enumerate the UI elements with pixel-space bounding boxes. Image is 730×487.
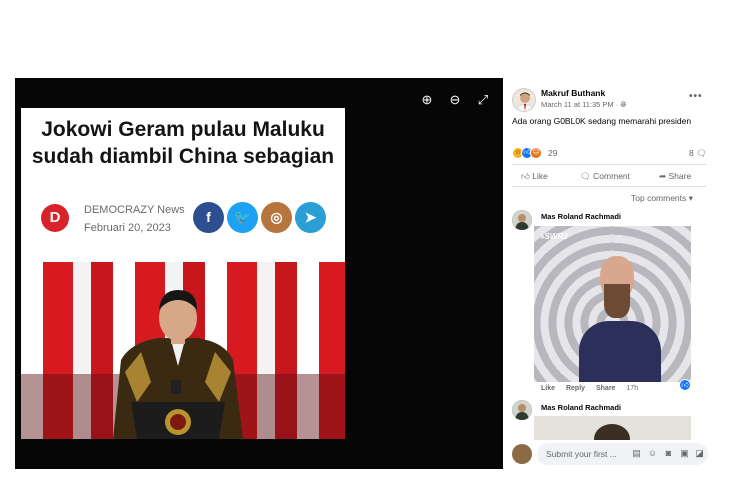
more-options-icon[interactable]: ••• (689, 91, 703, 102)
post-author[interactable]: Makruf Buthank (541, 88, 605, 98)
comment-like-link[interactable]: Like (541, 385, 555, 392)
zoom-out-icon[interactable]: ⊖ (447, 92, 463, 108)
sticker-icon[interactable]: ▤ (631, 448, 642, 459)
comment-gif[interactable]: »SWR3 (534, 226, 691, 382)
article-headline: Jokowi Geram pulau Maluku sudah diambil … (31, 118, 335, 168)
comment-button[interactable]: 🗨︎ Comment (580, 171, 630, 182)
gif-person-body (579, 321, 661, 382)
article-source: DEMOCRAZY News (84, 204, 185, 216)
article-date: Februari 20, 2023 (84, 222, 171, 234)
divider (512, 186, 706, 187)
article-image: Jokowi Geram pulau Maluku sudah diambil … (21, 108, 345, 439)
instagram-icon: ◎ (261, 202, 292, 233)
comment-input[interactable] (537, 443, 619, 465)
speaker-illustration (21, 290, 345, 439)
comment-count[interactable]: 8 🗨︎ (689, 148, 707, 159)
sticker-face-icon[interactable]: ◪ (694, 448, 705, 459)
photo-lightbox: ⊕ ⊖ ⤢ Jokowi Geram pulau Maluku sudah di… (15, 78, 715, 469)
person-icon (512, 400, 532, 420)
share-button[interactable]: ➦ Share (659, 171, 691, 182)
angry-reaction-icon: ☹ (530, 147, 542, 159)
facebook-icon: f (193, 202, 224, 233)
gif-watermark: »SWR3 (540, 232, 568, 241)
comment-icon: 🗨︎ (580, 171, 591, 181)
like-button[interactable]: 👍︎ Like (521, 171, 548, 182)
divider (512, 164, 706, 165)
gif-person-head (594, 424, 630, 440)
person-icon (513, 89, 535, 111)
like-label: Like (532, 171, 548, 181)
emoji-icon[interactable]: ☺ (647, 448, 658, 459)
comment-bubble-icon: 🗨︎ (696, 148, 707, 158)
reaction-icons[interactable]: ☺ 👍︎ ☹ (512, 147, 546, 159)
twitter-icon: 🐦 (227, 202, 258, 233)
post-caption: Ada orang G0BL0K sedang memarahi preside… (512, 116, 692, 126)
comment-share-link[interactable]: Share (596, 385, 615, 392)
comment-count-value: 8 (689, 148, 694, 158)
chevron-down-icon: ▾ (688, 193, 693, 203)
telegram-icon: ➤ (295, 202, 326, 233)
sort-label: Top comments (631, 193, 687, 203)
author-avatar[interactable] (512, 88, 536, 112)
comment-author[interactable]: Mas Roland Rachmadi (541, 212, 621, 221)
comment-label: Comment (593, 171, 631, 181)
comment-actions: Like Reply Share 17h (541, 385, 647, 392)
share-label: Share (668, 171, 692, 181)
comment-like-badge-icon[interactable]: 👍︎ (679, 379, 691, 391)
comment-gif[interactable] (534, 416, 691, 440)
comment-author[interactable]: Mas Roland Rachmadi (541, 403, 621, 412)
comment-reply-link[interactable]: Reply (566, 385, 585, 392)
share-arrow-icon: ➦ (659, 171, 667, 181)
gif-icon[interactable]: ▣ (679, 448, 690, 459)
democrazy-logo: D (41, 204, 69, 232)
president-photo (21, 262, 345, 439)
image-viewer: ⊕ ⊖ ⤢ Jokowi Geram pulau Maluku sudah di… (15, 78, 503, 469)
fullscreen-icon[interactable]: ⤢ (475, 92, 491, 108)
commenter-avatar[interactable] (512, 400, 532, 420)
comment-sort-dropdown[interactable]: Top comments ▾ (631, 193, 693, 204)
post-meta: March 11 at 11:35 PM · 🌐︎ (541, 100, 626, 110)
post-timestamp[interactable]: March 11 at 11:35 PM (541, 100, 614, 109)
thumbs-up-icon: 👍︎ (521, 171, 530, 181)
comment-composer: ▤ ☺ ◙ ▣ ◪ (512, 443, 708, 465)
comment-input-box[interactable]: ▤ ☺ ◙ ▣ ◪ (537, 443, 708, 465)
gif-person-beard (604, 284, 630, 318)
camera-icon[interactable]: ◙ (663, 448, 674, 459)
comment-age[interactable]: 17h (626, 385, 638, 392)
post-sidebar: Makruf Buthank March 11 at 11:35 PM · 🌐︎… (503, 78, 715, 469)
reaction-count[interactable]: 29 (548, 148, 557, 158)
globe-icon: 🌐︎ (620, 100, 627, 109)
zoom-in-icon[interactable]: ⊕ (419, 92, 435, 108)
commenter-avatar[interactable] (512, 210, 532, 230)
current-user-avatar[interactable] (512, 444, 532, 464)
person-icon (512, 210, 532, 230)
